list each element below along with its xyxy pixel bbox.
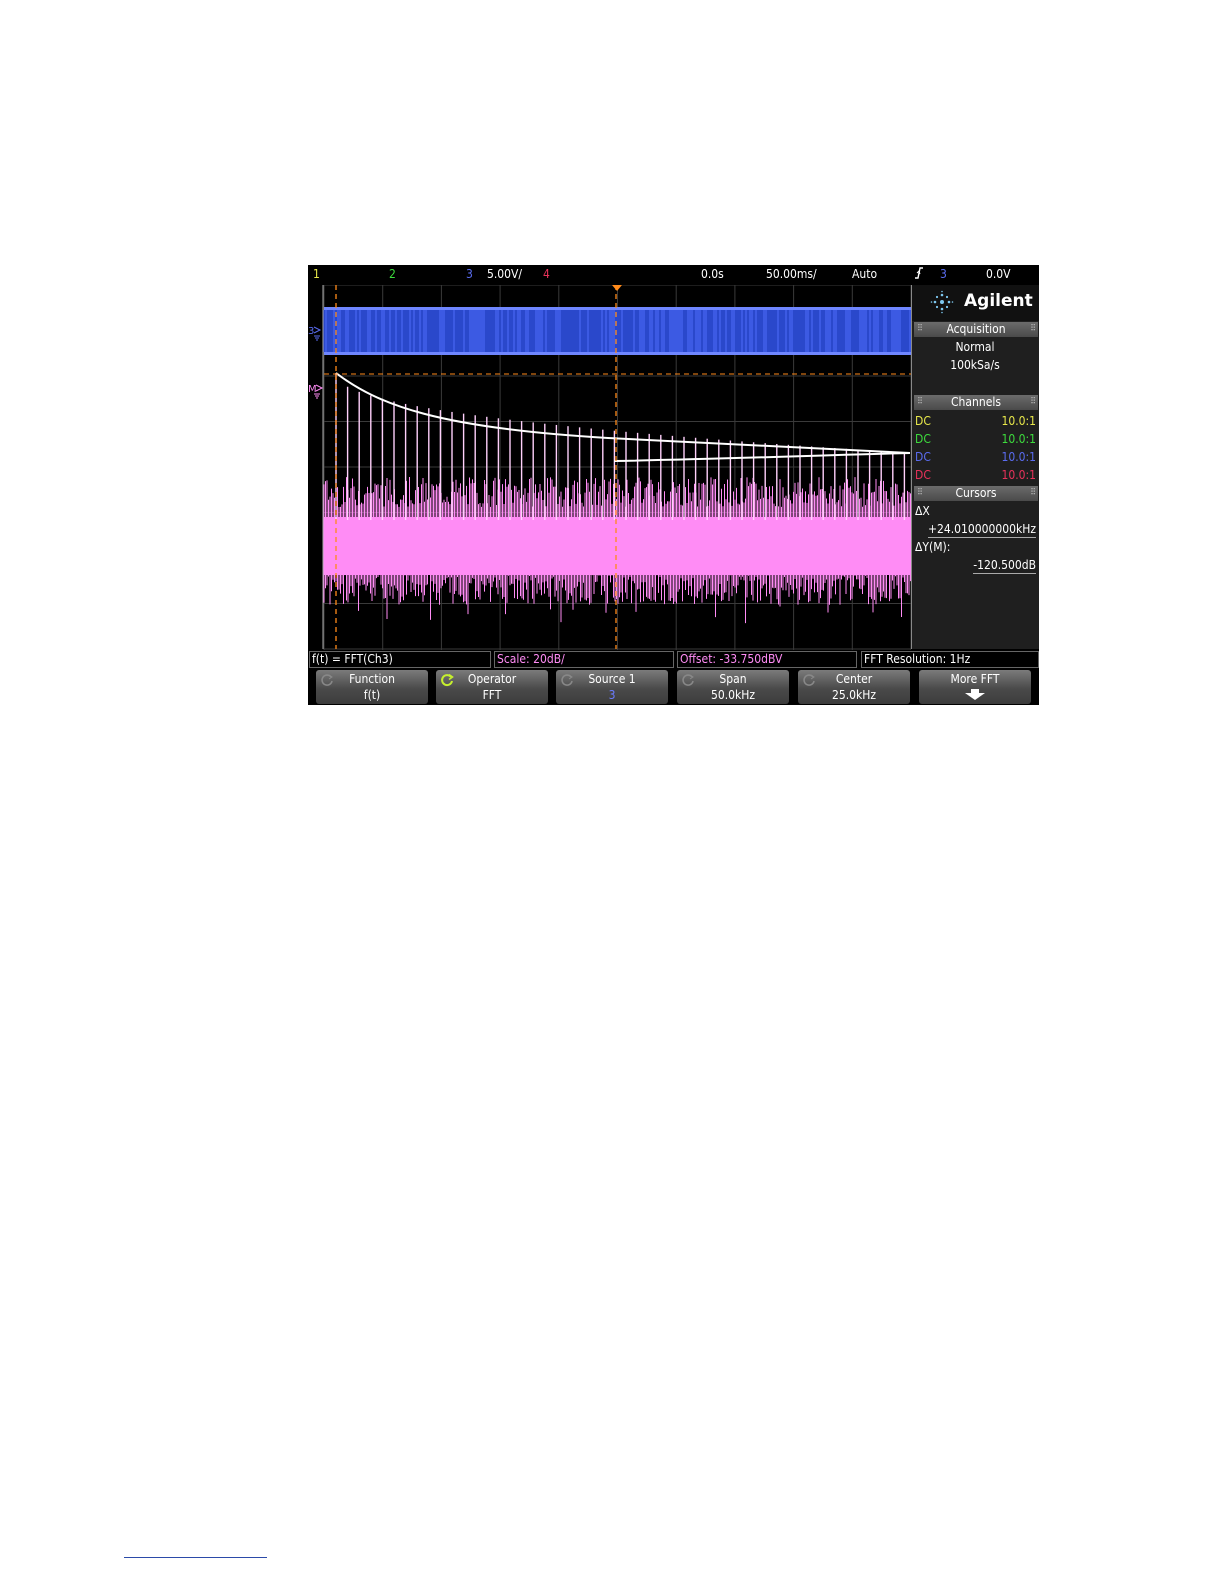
channel-3-waveform — [323, 307, 911, 355]
time-delay: 0.0s — [701, 267, 724, 281]
agilent-logo: Agilent — [912, 285, 1039, 321]
trigger-mode: Auto — [852, 267, 878, 281]
source1-softkey[interactable]: Source 1 3 — [556, 670, 668, 704]
math-marker-icon: M — [308, 384, 324, 399]
operator-softkey-value: FFT — [482, 688, 502, 702]
function-softkey-value: f(t) — [363, 688, 381, 702]
svg-text:M: M — [308, 384, 317, 395]
channel-3-indicator[interactable]: 3 — [466, 266, 473, 282]
offset-status: Offset: -33.750dBV — [677, 651, 857, 668]
fft-resolution-status: FFT Resolution: 1Hz — [861, 651, 1039, 668]
trigger-source: 3 — [940, 267, 947, 281]
span-softkey-value: 50.0kHz — [710, 688, 756, 702]
scale-status: Scale: 20dB/ — [494, 651, 674, 668]
function-status: f(t) = FFT(Ch3) — [309, 651, 491, 668]
acquisition-mode: Normal — [955, 340, 995, 354]
more-fft-softkey-label: More FFT — [950, 672, 1000, 686]
source1-softkey-label: Source 1 — [588, 672, 636, 686]
center-softkey-value: 25.0kHz — [831, 688, 877, 702]
cursor-dx-value: +24.010000000kHz — [927, 522, 1036, 538]
cursor-dy-label: ΔY(M): — [915, 540, 951, 554]
channel-probe-ratio: 10.0:1 — [1001, 432, 1036, 446]
side-info-panel: Agilent ⠿ Acquisition ⠿ Normal 100kSa/s … — [911, 285, 1039, 649]
channel-4-indicator[interactable]: 4 — [543, 266, 550, 282]
channel-coupling: DC — [915, 432, 931, 446]
arrow-down-icon — [965, 689, 985, 700]
harmonic-envelope-curve-lower — [613, 452, 911, 462]
rising-edge-icon — [914, 265, 924, 285]
channel-coupling: DC — [915, 468, 931, 482]
footnote-rule — [124, 1557, 267, 1558]
channel-3-scale: 5.00V/ — [487, 267, 523, 281]
operator-softkey-label: Operator — [467, 672, 517, 686]
function-softkey-label: Function — [349, 672, 395, 686]
channels-header[interactable]: ⠿ Channels ⠿ — [914, 395, 1038, 410]
agilent-wordmark: Agilent — [964, 291, 1033, 311]
harmonic-envelope-curve — [335, 372, 911, 454]
trigger-level: 0.0V — [986, 267, 1011, 281]
channel-coupling: DC — [915, 414, 931, 428]
cursor-dy-value: -120.500dB — [973, 558, 1036, 574]
operator-softkey[interactable]: Operator FFT — [436, 670, 548, 704]
channel-probe-ratio: 10.0:1 — [1001, 450, 1036, 464]
status-bar-top: 1 2 3 5.00V/ 4 0.0s 50.00ms/ Auto 3 0.0V — [308, 265, 1039, 283]
more-fft-softkey[interactable]: More FFT — [919, 670, 1031, 704]
channel-probe-ratio: 10.0:1 — [1001, 468, 1036, 482]
channels-title: Channels — [951, 395, 1001, 409]
source1-softkey-value: 3 — [608, 688, 616, 702]
center-softkey-label: Center — [835, 672, 873, 686]
softkey-bar: Function f(t) Operator FFT Source 1 3 Sp… — [308, 669, 1039, 705]
acquisition-rate: 100kSa/s — [950, 358, 1000, 372]
channel-3-ground-marker-icon: 3 — [308, 326, 322, 341]
channel-probe-ratio: 10.0:1 — [1001, 414, 1036, 428]
time-scale: 50.00ms/ — [766, 267, 817, 281]
channel-2-indicator[interactable]: 2 — [389, 266, 396, 282]
cursor-dx-label: ΔX — [915, 504, 930, 518]
function-softkey[interactable]: Function f(t) — [316, 670, 428, 704]
channel-coupling: DC — [915, 450, 931, 464]
agilent-spark-icon — [930, 290, 954, 314]
acquisition-title: Acquisition — [946, 322, 1006, 336]
trigger-position-icon — [612, 285, 622, 291]
cursors-header[interactable]: ⠿ Cursors ⠿ — [914, 486, 1038, 501]
center-softkey[interactable]: Center 25.0kHz — [798, 670, 910, 704]
svg-text:3: 3 — [308, 326, 314, 337]
acquisition-header[interactable]: ⠿ Acquisition ⠿ — [914, 322, 1038, 337]
math-status-row: f(t) = FFT(Ch3) Scale: 20dB/ Offset: -33… — [308, 651, 1039, 668]
waveform-grid: 3 M — [308, 285, 911, 650]
cursors-title: Cursors — [955, 486, 997, 500]
span-softkey[interactable]: Span 50.0kHz — [677, 670, 789, 704]
oscilloscope-screen: 1 2 3 5.00V/ 4 0.0s 50.00ms/ Auto 3 0.0V… — [308, 265, 1039, 705]
span-softkey-label: Span — [719, 672, 747, 686]
channel-1-indicator[interactable]: 1 — [313, 266, 320, 282]
